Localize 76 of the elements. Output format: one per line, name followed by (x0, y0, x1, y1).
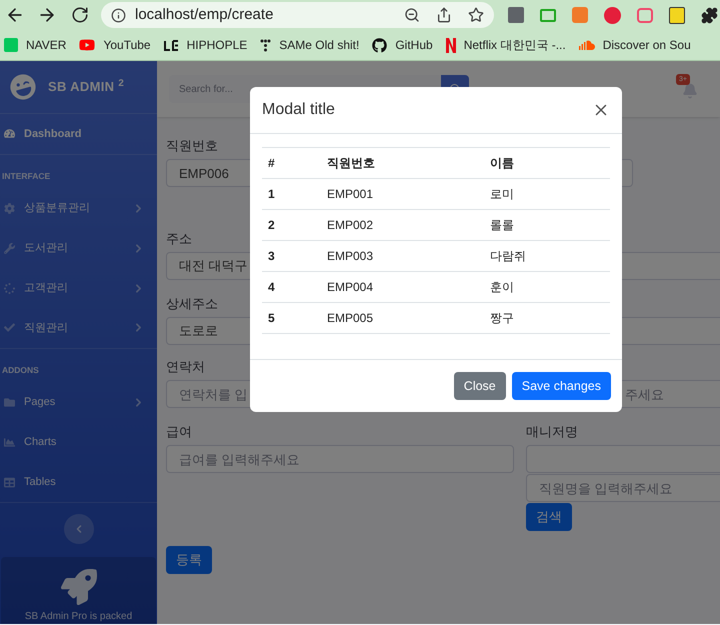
sidebar-heading: INTERFACE (2, 170, 50, 181)
table-cell: EMP001 (327, 187, 374, 201)
field-label: 직원번호 (166, 137, 219, 154)
bookmark-icon (446, 38, 456, 52)
star-icon[interactable] (468, 7, 484, 23)
bookmark-label: Netflix 대한민국 -... (464, 37, 566, 54)
field-label: 연락처 (166, 358, 206, 375)
bookmark[interactable]: GitHub (372, 36, 433, 54)
modal-title: Modal title (262, 100, 336, 120)
column-header: 이름 (490, 156, 514, 170)
search-button[interactable]: 검색 (526, 503, 572, 531)
table-cell: 4 (268, 280, 275, 294)
nav-icon (4, 128, 15, 140)
share-icon[interactable] (436, 7, 452, 23)
address-bar[interactable]: localhost/emp/create (101, 2, 494, 28)
bookmark-label: Discover on Sou (602, 37, 691, 54)
sidebar-item[interactable]: 고객관리 (0, 268, 157, 308)
table-cell: EMP002 (327, 218, 374, 232)
column-header: 직원번호 (327, 156, 375, 170)
table-cell: 다람쥐 (490, 249, 526, 263)
bookmark[interactable]: HIPHOPLE (164, 36, 248, 54)
rocket-icon (60, 569, 96, 606)
bookmark[interactable]: Discover on Sou (578, 36, 691, 54)
zoom-out-icon[interactable] (404, 7, 420, 23)
input-field[interactable]: 직원명을 입력해주세요 (526, 474, 720, 502)
bookmark[interactable]: SAMe Old shit! (260, 36, 360, 54)
extensions-icon[interactable] (701, 6, 718, 24)
table-cell: 1 (268, 187, 275, 201)
bookmark[interactable]: Netflix 대한민국 -... (446, 36, 566, 54)
table-cell: 짱구 (490, 311, 514, 325)
table-cell: 5 (268, 311, 275, 325)
bookmark-icon (372, 38, 388, 52)
table-cell: EMP004 (327, 280, 374, 294)
bookmark-label: HIPHOPLE (186, 37, 248, 54)
table-cell: 훈이 (490, 280, 514, 294)
sidebar-item[interactable]: 직원관리 (0, 308, 157, 348)
bookmark-label: GitHub (395, 37, 433, 54)
table-cell: 2 (268, 218, 275, 232)
reload-icon[interactable] (71, 6, 89, 24)
field-label: 상세주소 (166, 295, 219, 312)
brand-name: SB ADMIN $^{2}$ (48, 77, 124, 96)
extension-icon[interactable] (669, 6, 685, 24)
bell-icon[interactable] (682, 83, 698, 99)
input-field[interactable]: 급여를 입력해주세요 (166, 445, 514, 473)
submit-button[interactable]: 등록 (166, 546, 212, 574)
save-button[interactable]: Save changes (512, 372, 611, 400)
promo-text: SB Admin Pro is packed (24, 610, 132, 624)
table-cell: 로미 (490, 187, 514, 201)
sidebar-heading: ADDONS (2, 364, 39, 375)
sidebar-item[interactable]: Dashboard (0, 114, 157, 154)
bookmark-icon (260, 38, 272, 52)
field-label: 매니저명 (526, 423, 578, 440)
bookmark-icon (578, 40, 595, 50)
bookmark-label: SAMe Old shit! (279, 37, 360, 54)
sidebar-item[interactable]: Pages (0, 382, 157, 423)
bookmark-label: YouTube (103, 37, 151, 54)
bookmark[interactable]: NAVER (4, 36, 66, 54)
table-cell: EMP005 (327, 311, 374, 325)
bookmark[interactable]: YouTube (79, 36, 151, 54)
close-button[interactable]: Close (454, 372, 506, 400)
address-text: localhost/emp/create (135, 4, 274, 25)
field-label: 급여 (166, 423, 193, 440)
bookmark-icon (4, 38, 18, 52)
info-icon[interactable] (111, 8, 126, 22)
sidebar-item[interactable]: 상품분류관리 (0, 188, 157, 229)
field-label: 주소 (166, 230, 193, 247)
bookmark-icon (164, 40, 179, 50)
table-cell: 롤롤 (490, 218, 514, 232)
sidebar-item[interactable]: Charts (0, 422, 157, 462)
table-cell: EMP003 (327, 249, 374, 263)
bookmark-label: NAVER (26, 37, 66, 54)
table-cell: 3 (268, 249, 275, 263)
column-header: # (268, 156, 275, 170)
sidebar-item[interactable]: 도서관리 (0, 228, 157, 268)
sidebar-item[interactable]: Tables (0, 462, 157, 502)
bookmark-icon (79, 37, 96, 53)
